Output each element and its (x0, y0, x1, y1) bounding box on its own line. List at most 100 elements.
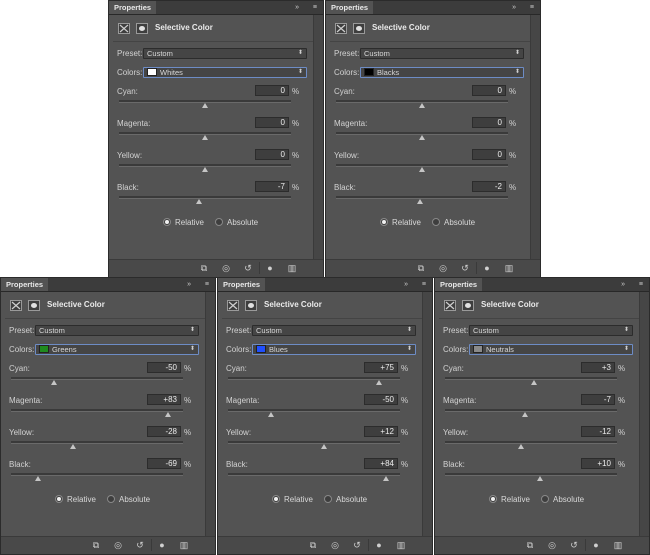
panel-menu-icon[interactable]: ≡ (313, 1, 317, 14)
magenta-slider-thumb[interactable] (202, 135, 208, 140)
black-value-field[interactable]: -2 (472, 181, 506, 192)
cyan-slider-thumb[interactable] (202, 103, 208, 108)
collapse-icon[interactable]: » (621, 278, 625, 291)
layer-mask-icon[interactable] (462, 300, 474, 311)
collapse-icon[interactable]: » (404, 278, 408, 291)
black-slider-thumb[interactable] (417, 199, 424, 204)
magenta-slider[interactable] (11, 409, 183, 417)
reset-icon[interactable]: ↺ (460, 263, 470, 273)
black-slider[interactable] (445, 473, 617, 481)
layer-mask-icon[interactable] (136, 23, 148, 34)
properties-tab[interactable]: Properties (109, 1, 157, 14)
visibility-eye-icon[interactable]: ● (482, 263, 492, 273)
black-value-field[interactable]: +10 (581, 458, 615, 469)
yellow-slider[interactable] (228, 441, 400, 449)
magenta-slider-thumb[interactable] (419, 135, 425, 140)
colors-dropdown[interactable]: Blacks ⬍ (360, 67, 524, 78)
black-value-field[interactable]: +84 (364, 458, 398, 469)
view-previous-state-icon[interactable]: ◎ (438, 263, 448, 273)
yellow-slider[interactable] (336, 164, 508, 172)
magenta-slider[interactable] (119, 132, 291, 140)
panel-menu-icon[interactable]: ≡ (205, 278, 209, 291)
absolute-radio[interactable] (215, 218, 223, 226)
view-previous-state-icon[interactable]: ◎ (221, 263, 231, 273)
preset-dropdown[interactable]: Custom ⬍ (252, 325, 416, 336)
reset-icon[interactable]: ↺ (352, 540, 362, 550)
yellow-value-field[interactable]: -28 (147, 426, 181, 437)
relative-radio[interactable] (489, 495, 497, 503)
panel-menu-icon[interactable]: ≡ (639, 278, 643, 291)
yellow-slider[interactable] (11, 441, 183, 449)
magenta-value-field[interactable]: 0 (472, 117, 506, 128)
layer-mask-icon[interactable] (245, 300, 257, 311)
collapse-icon[interactable]: » (512, 1, 516, 14)
trash-icon[interactable]: ▥ (613, 540, 623, 550)
cyan-slider[interactable] (228, 377, 400, 385)
clip-to-layer-icon[interactable]: ⧉ (199, 263, 209, 273)
cyan-slider[interactable] (336, 100, 508, 108)
black-slider-thumb[interactable] (34, 476, 41, 481)
cyan-slider[interactable] (119, 100, 291, 108)
colors-dropdown[interactable]: Blues ⬍ (252, 344, 416, 355)
panel-scrollbar[interactable] (530, 15, 540, 259)
panel-menu-icon[interactable]: ≡ (530, 1, 534, 14)
cyan-slider-thumb[interactable] (375, 380, 382, 385)
magenta-slider[interactable] (336, 132, 508, 140)
properties-tab[interactable]: Properties (326, 1, 374, 14)
magenta-slider[interactable] (228, 409, 400, 417)
trash-icon[interactable]: ▥ (504, 263, 514, 273)
magenta-slider-thumb[interactable] (165, 412, 172, 417)
black-slider[interactable] (11, 473, 183, 481)
black-value-field[interactable]: -7 (255, 181, 289, 192)
yellow-value-field[interactable]: 0 (255, 149, 289, 160)
absolute-radio[interactable] (324, 495, 332, 503)
layer-mask-icon[interactable] (353, 23, 365, 34)
preset-dropdown[interactable]: Custom ⬍ (35, 325, 199, 336)
clip-to-layer-icon[interactable]: ⧉ (91, 540, 101, 550)
collapse-icon[interactable]: » (187, 278, 191, 291)
black-slider-thumb[interactable] (536, 476, 543, 481)
yellow-slider-thumb[interactable] (419, 167, 425, 172)
yellow-slider[interactable] (445, 441, 617, 449)
colors-dropdown[interactable]: Neutrals ⬍ (469, 344, 633, 355)
cyan-value-field[interactable]: +3 (581, 362, 615, 373)
magenta-slider[interactable] (445, 409, 617, 417)
cyan-value-field[interactable]: 0 (472, 85, 506, 96)
clip-to-layer-icon[interactable]: ⧉ (416, 263, 426, 273)
cyan-value-field[interactable]: -50 (147, 362, 181, 373)
magenta-value-field[interactable]: -50 (364, 394, 398, 405)
cyan-value-field[interactable]: 0 (255, 85, 289, 96)
relative-radio[interactable] (380, 218, 388, 226)
cyan-slider-thumb[interactable] (51, 380, 57, 385)
yellow-slider-thumb[interactable] (517, 444, 524, 449)
reset-icon[interactable]: ↺ (135, 540, 145, 550)
relative-radio[interactable] (55, 495, 63, 503)
black-slider-thumb[interactable] (195, 199, 202, 204)
cyan-slider-thumb[interactable] (530, 380, 537, 385)
properties-tab[interactable]: Properties (435, 278, 483, 291)
black-slider[interactable] (336, 196, 508, 204)
cyan-slider[interactable] (445, 377, 617, 385)
visibility-eye-icon[interactable]: ● (157, 540, 167, 550)
absolute-radio[interactable] (107, 495, 115, 503)
yellow-value-field[interactable]: -12 (581, 426, 615, 437)
black-slider[interactable] (119, 196, 291, 204)
magenta-slider-thumb[interactable] (268, 412, 274, 417)
relative-radio[interactable] (163, 218, 171, 226)
properties-tab[interactable]: Properties (1, 278, 49, 291)
preset-dropdown[interactable]: Custom ⬍ (360, 48, 524, 59)
visibility-eye-icon[interactable]: ● (265, 263, 275, 273)
colors-dropdown[interactable]: Greens ⬍ (35, 344, 199, 355)
yellow-slider-thumb[interactable] (321, 444, 328, 449)
collapse-icon[interactable]: » (295, 1, 299, 14)
trash-icon[interactable]: ▥ (287, 263, 297, 273)
trash-icon[interactable]: ▥ (179, 540, 189, 550)
yellow-value-field[interactable]: +12 (364, 426, 398, 437)
colors-dropdown[interactable]: Whites ⬍ (143, 67, 307, 78)
relative-radio[interactable] (272, 495, 280, 503)
trash-icon[interactable]: ▥ (396, 540, 406, 550)
view-previous-state-icon[interactable]: ◎ (330, 540, 340, 550)
panel-scrollbar[interactable] (205, 292, 215, 536)
visibility-eye-icon[interactable]: ● (374, 540, 384, 550)
reset-icon[interactable]: ↺ (569, 540, 579, 550)
